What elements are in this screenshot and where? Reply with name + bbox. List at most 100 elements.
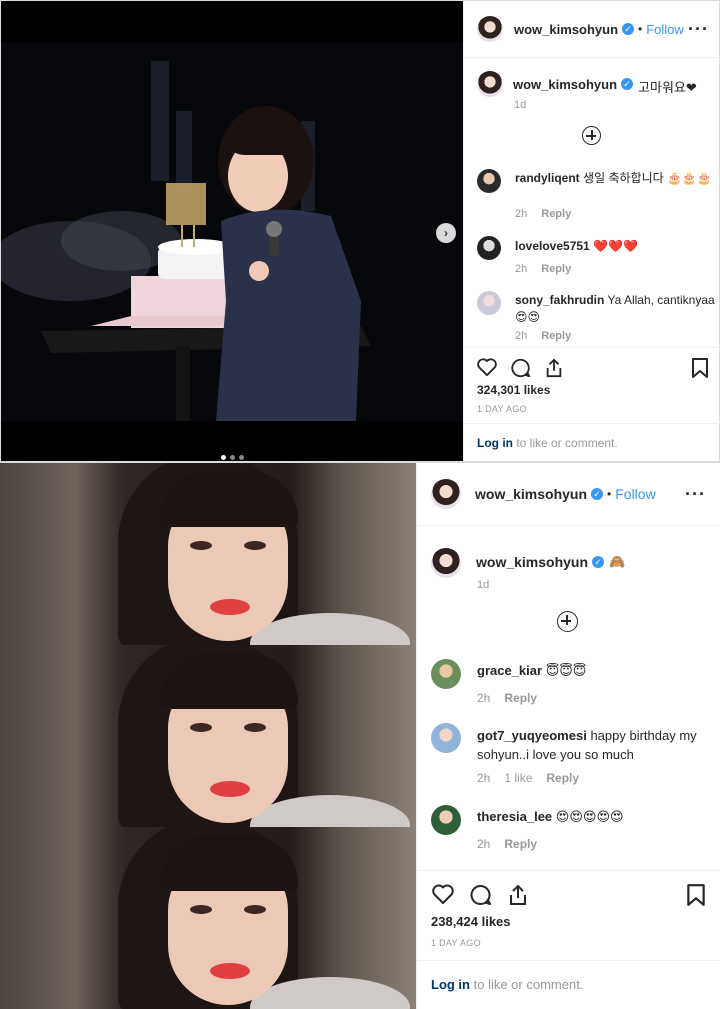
caption: wow_kimsohyun ✓ 🙈 xyxy=(417,548,720,578)
comment-time[interactable]: 2h xyxy=(515,330,527,342)
comment-time[interactable]: 2h xyxy=(477,771,490,785)
commenter-avatar[interactable] xyxy=(431,805,461,835)
follow-button[interactable]: Follow xyxy=(615,486,655,502)
caption-text: 고마워요❤ xyxy=(638,80,697,95)
comment-meta: 2h Reply xyxy=(477,691,551,705)
next-arrow-icon[interactable]: › xyxy=(436,223,456,243)
selfie-photo xyxy=(0,463,416,645)
comment-body: theresia_lee 😍😍😍😍😍 xyxy=(477,808,707,825)
commenter-avatar[interactable] xyxy=(431,723,461,753)
comment-body: sony_fakhrudin Ya Allah, cantiknyaa 😍😍 xyxy=(515,292,715,326)
comment-icon[interactable] xyxy=(510,357,532,379)
comment-time[interactable]: 2h xyxy=(515,208,527,220)
action-bar xyxy=(431,883,529,907)
comment-username[interactable]: got7_yuqyeomesi xyxy=(477,728,587,743)
login-prompt: Log in to like or comment. xyxy=(417,960,720,1009)
header-username[interactable]: wow_kimsohyun xyxy=(514,22,618,37)
header-username[interactable]: wow_kimsohyun xyxy=(475,486,587,502)
login-prompt: Log in to like or comment. xyxy=(464,423,720,463)
login-prompt-text: to like or comment. xyxy=(513,436,618,450)
comment-text: 😍😍😍😍😍 xyxy=(555,809,624,824)
post-1: › wow_kimsohyun ✓ • Follow ··· wow_kimso… xyxy=(0,0,720,462)
bookmark-icon[interactable] xyxy=(686,883,706,907)
comment-body: got7_yuqyeomesi happy birthday my sohyun… xyxy=(477,726,707,764)
heart-icon[interactable] xyxy=(431,883,455,905)
comment-meta: 2h 1 like Reply xyxy=(477,771,593,785)
caption-username[interactable]: wow_kimsohyun xyxy=(476,554,588,570)
caption-username[interactable]: wow_kimsohyun xyxy=(513,77,617,92)
more-options-icon[interactable]: ··· xyxy=(685,484,706,505)
separator-dot: • xyxy=(607,487,612,501)
reply-button[interactable]: Reply xyxy=(504,691,537,705)
post-age[interactable]: 1 DAY AGO xyxy=(431,938,481,948)
login-link[interactable]: Log in xyxy=(431,977,470,992)
heart-icon[interactable] xyxy=(476,357,498,377)
carousel-dots xyxy=(1,447,463,461)
login-link[interactable]: Log in xyxy=(477,436,513,450)
selfie-photo xyxy=(0,645,416,827)
concert-photo xyxy=(1,1,463,461)
post-2-actions: 238,424 likes 1 DAY AGO xyxy=(417,870,720,960)
more-options-icon[interactable]: ··· xyxy=(688,19,709,40)
reply-button[interactable]: Reply xyxy=(541,263,571,275)
avatar[interactable] xyxy=(431,548,461,578)
comment-time[interactable]: 2h xyxy=(477,691,490,705)
verified-badge-icon: ✓ xyxy=(622,23,635,35)
comment-username[interactable]: theresia_lee xyxy=(477,809,552,824)
comment-body: lovelove5751 ❤️❤️❤️ xyxy=(515,238,715,255)
reply-button[interactable]: Reply xyxy=(504,837,537,851)
action-bar xyxy=(476,357,564,379)
comment-body: randyliqent 생일 축하합니다 🎂🎂🎂 xyxy=(515,170,715,187)
comment-username[interactable]: lovelove5751 xyxy=(515,239,590,253)
reply-button[interactable]: Reply xyxy=(546,771,579,785)
post-age[interactable]: 1 DAY AGO xyxy=(477,404,527,414)
comment-time[interactable]: 2h xyxy=(477,837,490,851)
share-icon[interactable] xyxy=(507,883,529,907)
post-1-sidebar: wow_kimsohyun ✓ • Follow ··· wow_kimsohy… xyxy=(463,1,720,461)
add-comment-icon[interactable] xyxy=(582,126,601,145)
share-icon[interactable] xyxy=(544,357,564,379)
verified-badge-icon: ✓ xyxy=(621,78,634,90)
post-2-header: wow_kimsohyun ✓ • Follow ··· xyxy=(417,463,720,526)
comment-meta: 2h Reply xyxy=(515,263,585,275)
comment-text: ❤️❤️❤️ xyxy=(593,239,638,253)
add-comment-icon[interactable] xyxy=(557,611,578,632)
caption-text: 🙈 xyxy=(609,554,626,569)
commenter-avatar[interactable] xyxy=(431,659,461,689)
post-1-media[interactable]: › xyxy=(1,1,463,461)
comment-meta: 2h Reply xyxy=(515,208,585,220)
comment-icon[interactable] xyxy=(469,883,493,907)
comment-text: 생일 축하합니다 🎂🎂🎂 xyxy=(583,171,712,185)
avatar[interactable] xyxy=(477,16,503,42)
comment-text: 😇😇😇 xyxy=(545,663,587,678)
bookmark-icon[interactable] xyxy=(691,357,709,379)
post-1-actions: 324,301 likes 1 DAY AGO xyxy=(464,347,720,423)
reply-button[interactable]: Reply xyxy=(541,330,571,342)
comment-username[interactable]: sony_fakhrudin xyxy=(515,293,604,307)
post-2-sidebar: wow_kimsohyun ✓ • Follow ··· wow_kimsohy… xyxy=(416,463,720,1009)
comment-username[interactable]: grace_kiar xyxy=(477,663,542,678)
avatar[interactable] xyxy=(431,479,461,509)
comment-likes[interactable]: 1 like xyxy=(504,771,532,785)
comment-username[interactable]: randyliqent xyxy=(515,171,580,185)
carousel-dot-active xyxy=(220,455,226,460)
post-1-header: wow_kimsohyun ✓ • Follow ··· xyxy=(464,1,720,58)
login-prompt-text: to like or comment. xyxy=(470,977,584,992)
post-2-media[interactable] xyxy=(0,463,416,1009)
commenter-avatar[interactable] xyxy=(477,169,501,193)
reply-button[interactable]: Reply xyxy=(541,208,571,220)
comment-time[interactable]: 2h xyxy=(515,263,527,275)
likes-count[interactable]: 324,301 likes xyxy=(477,383,550,397)
follow-button[interactable]: Follow xyxy=(646,22,684,37)
commenter-avatar[interactable] xyxy=(477,291,501,315)
separator-dot: • xyxy=(638,22,643,36)
verified-badge-icon: ✓ xyxy=(591,488,604,500)
caption: wow_kimsohyun ✓ 고마워요❤ xyxy=(464,71,720,97)
post-2: wow_kimsohyun ✓ • Follow ··· wow_kimsohy… xyxy=(0,462,720,1009)
commenter-avatar[interactable] xyxy=(477,236,501,260)
avatar[interactable] xyxy=(477,71,503,97)
caption-time[interactable]: 1d xyxy=(477,579,489,591)
caption-time[interactable]: 1d xyxy=(514,99,526,111)
likes-count[interactable]: 238,424 likes xyxy=(431,914,511,929)
comment-meta: 2h Reply xyxy=(515,330,585,342)
